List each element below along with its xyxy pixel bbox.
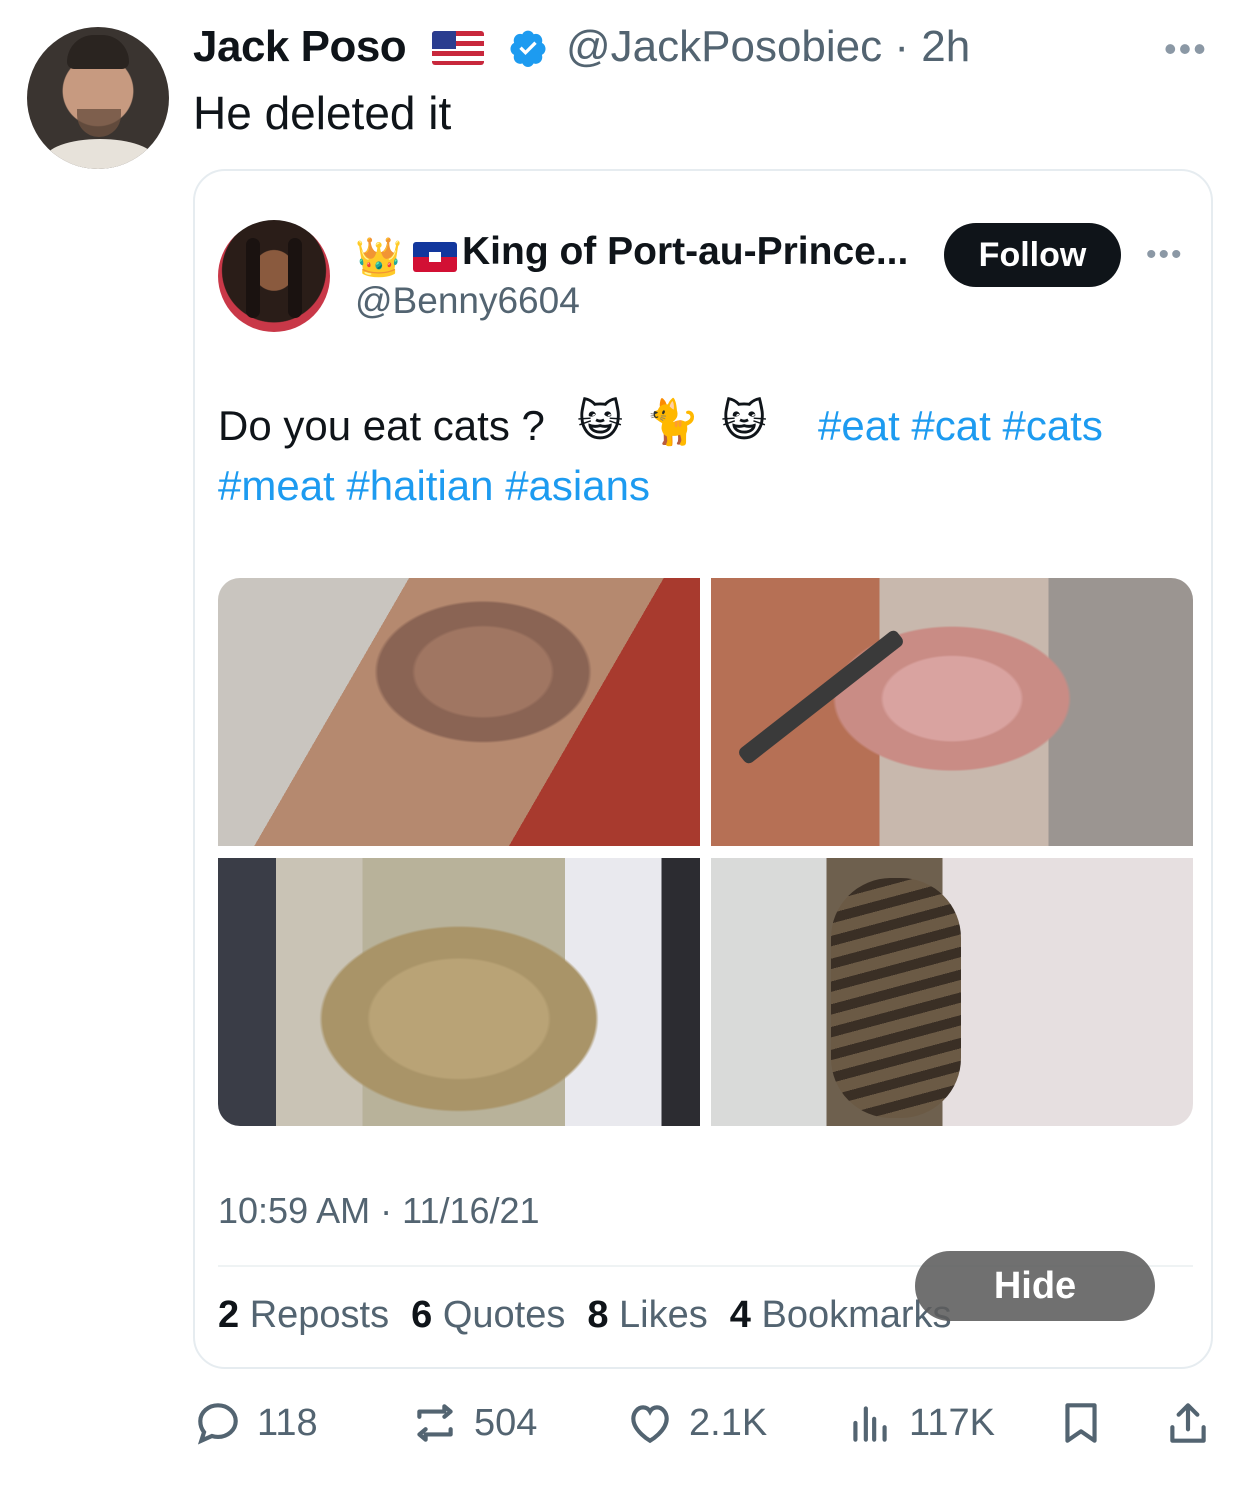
- share-button[interactable]: [1163, 1396, 1227, 1450]
- crown-icon: 👑: [355, 237, 403, 279]
- tweet-text: He deleted it: [193, 87, 452, 139]
- us-flag-icon: [432, 31, 484, 65]
- media-image-1[interactable]: [218, 578, 700, 846]
- views-button[interactable]: 117K: [845, 1396, 995, 1450]
- separator-dot: ·: [894, 22, 910, 71]
- repost-count: 504: [474, 1401, 538, 1444]
- grinning-cat-emoji: 😺: [577, 397, 623, 446]
- repost-button[interactable]: 504: [410, 1396, 537, 1450]
- heart-icon: [631, 1405, 669, 1444]
- bookmark-button[interactable]: [1056, 1396, 1120, 1450]
- views-count: 117K: [909, 1401, 995, 1444]
- media-image-3[interactable]: [218, 858, 700, 1126]
- views-chart-icon: [853, 1406, 887, 1442]
- media-image-4[interactable]: [711, 858, 1193, 1126]
- bookmark-icon: [1065, 1403, 1097, 1443]
- stat-quotes[interactable]: 6 Quotes: [411, 1294, 565, 1336]
- like-button[interactable]: 2.1K: [625, 1396, 767, 1450]
- haiti-flag-icon: [413, 242, 457, 272]
- like-count: 2.1K: [689, 1401, 768, 1444]
- author-handle[interactable]: @JackPosobiec: [566, 22, 882, 71]
- media-image-2[interactable]: [711, 578, 1193, 846]
- more-options-icon[interactable]: •••: [1164, 28, 1208, 70]
- author-name[interactable]: Jack Poso: [193, 22, 407, 72]
- hashtags-line-2[interactable]: #meat #haitian #asians: [218, 462, 650, 510]
- quoted-author-avatar[interactable]: [218, 220, 330, 332]
- quoted-tweet-text: Do you eat cats ?: [218, 402, 545, 449]
- hashtags-line-1[interactable]: #eat #cat #cats: [818, 402, 1103, 450]
- stat-likes[interactable]: 8 Likes: [587, 1294, 707, 1336]
- reply-button[interactable]: 118: [193, 1396, 318, 1450]
- cat-emoji: 🐈: [645, 398, 700, 447]
- stat-reposts[interactable]: 2 Reposts: [218, 1294, 389, 1336]
- repost-icon: [417, 1404, 453, 1442]
- author-avatar[interactable]: [27, 27, 169, 169]
- hide-button[interactable]: Hide: [915, 1251, 1155, 1321]
- reply-icon: [197, 1403, 238, 1445]
- quoted-stats-row: 2 Reposts 6 Quotes 8 Likes 4 Bookmarks: [218, 1294, 952, 1337]
- reply-count: 118: [257, 1401, 318, 1444]
- share-icon: [1170, 1403, 1206, 1443]
- quoted-author-name[interactable]: King of Port-au-Prince...: [462, 230, 908, 274]
- quoted-more-options-icon[interactable]: •••: [1146, 238, 1184, 272]
- quoted-timestamp[interactable]: 10:59 AM · 11/16/21: [218, 1190, 540, 1232]
- post-time[interactable]: 2h: [921, 22, 970, 71]
- verified-badge-icon: [510, 30, 546, 68]
- grinning-cat-emoji: 😺: [721, 397, 767, 446]
- follow-button[interactable]: Follow: [944, 223, 1121, 287]
- author-handle-time[interactable]: @JackPosobiec · 2h: [566, 22, 970, 72]
- quoted-author-handle[interactable]: @Benny6604: [355, 280, 580, 322]
